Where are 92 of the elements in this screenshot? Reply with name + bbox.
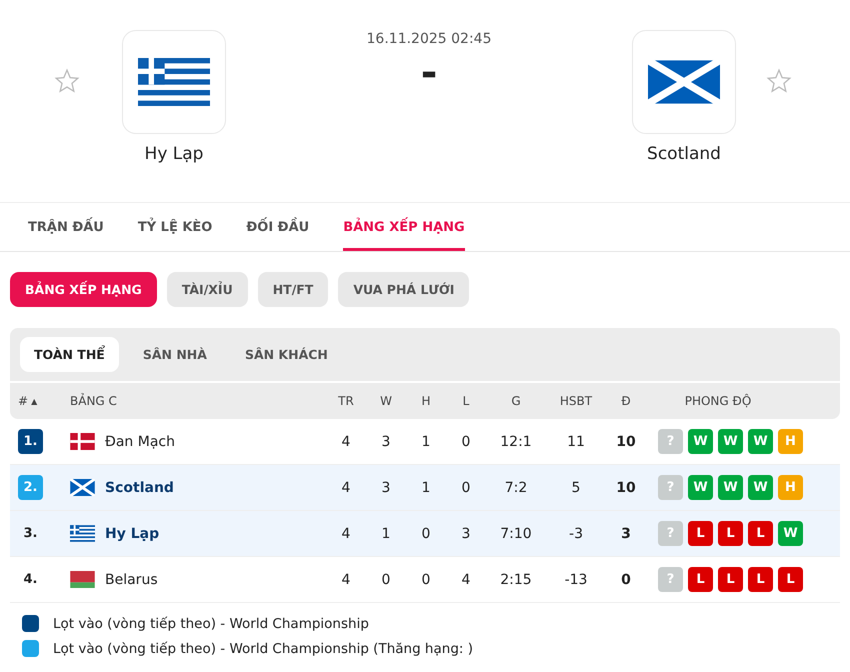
- table-cell-text: 2:15: [499, 572, 533, 588]
- rank-badge: 1.: [18, 429, 43, 454]
- form-badge: W: [748, 429, 773, 454]
- subtab[interactable]: TOÀN THỂ: [20, 337, 119, 372]
- table-cell-text: 7:2: [504, 480, 528, 496]
- table-cell-text: 1: [420, 434, 432, 450]
- table-cell-text: 11: [566, 434, 586, 450]
- table-cell-text: 4: [340, 434, 352, 450]
- table-cell-text: 4: [460, 572, 472, 588]
- form-badge: L: [718, 521, 743, 546]
- team-name: Scotland: [647, 144, 721, 164]
- column-header: HSBT: [558, 394, 594, 408]
- subtab[interactable]: SÂN KHÁCH: [230, 337, 342, 372]
- form-badge: W: [778, 521, 803, 546]
- sort-icon[interactable]: ▲: [31, 396, 38, 406]
- table-cell-text: 1: [420, 480, 432, 496]
- form-badge: L: [688, 521, 713, 546]
- team-name[interactable]: Scotland: [105, 480, 174, 496]
- table-cell-text: 3: [620, 526, 632, 542]
- form-badge: H: [778, 429, 803, 454]
- form-badge: ?: [658, 475, 683, 500]
- form-badge: W: [688, 475, 713, 500]
- table-cell-text: 0: [420, 572, 432, 588]
- table-cell-text: 3: [380, 434, 392, 450]
- column-header: W: [379, 394, 393, 408]
- form-badge: L: [778, 567, 803, 592]
- tab[interactable]: ĐỐI ĐẦU: [246, 203, 310, 251]
- table-cell-text: 0: [460, 480, 472, 496]
- table-cell-text: 3: [460, 526, 472, 542]
- form-badge: W: [748, 475, 773, 500]
- team-name[interactable]: Đan Mạch: [105, 434, 175, 450]
- greece-flag-icon: [138, 58, 210, 106]
- form-badge: ?: [658, 567, 683, 592]
- legend-label: Lọt vào (vòng tiếp theo) - World Championship: [53, 616, 369, 632]
- filter-button[interactable]: HT/FT: [258, 272, 328, 307]
- table-cell-text: 0: [620, 572, 632, 588]
- column-header: PHONG ĐỘ: [684, 394, 752, 408]
- table-cell-text: 3: [380, 480, 392, 496]
- rank-number: 3.: [22, 526, 38, 541]
- table-cell-text: -3: [568, 526, 584, 542]
- table-cell-text: -13: [564, 572, 588, 588]
- form-badge: L: [748, 567, 773, 592]
- filter-button[interactable]: VUA PHÁ LƯỚI: [338, 272, 470, 307]
- table-cell-text: 4: [340, 572, 352, 588]
- greece-flag-icon: [70, 525, 95, 542]
- rank-number: 4.: [22, 572, 38, 587]
- match-datetime: 16.11.2025 02:45: [366, 31, 492, 47]
- table-cell-text: 4: [340, 480, 352, 496]
- scotland-flag-icon: [648, 58, 720, 106]
- form-badge: L: [688, 567, 713, 592]
- team-name: Hy Lạp: [144, 144, 204, 164]
- filter-button[interactable]: TÀI/XỈU: [166, 272, 248, 307]
- form-badge: ?: [658, 429, 683, 454]
- team-name[interactable]: Hy Lạp: [105, 526, 160, 542]
- denmark-flag-icon: [70, 433, 95, 450]
- column-header: H: [420, 394, 432, 408]
- table-cell-text: 0: [420, 526, 432, 542]
- column-header: G: [510, 394, 522, 408]
- subtab[interactable]: SÂN NHÀ: [128, 337, 221, 372]
- column-header[interactable]: #: [18, 394, 28, 408]
- form-badge: W: [718, 429, 743, 454]
- column-header: TR: [337, 394, 355, 408]
- belarus-flag-icon: [70, 571, 95, 588]
- column-header: BẢNG C: [69, 394, 118, 408]
- tab[interactable]: TỶ LỆ KÈO: [138, 203, 212, 251]
- form-badge: L: [748, 521, 773, 546]
- form-badge: H: [778, 475, 803, 500]
- legend-label: Lọt vào (vòng tiếp theo) - World Championship (Thăng hạng: ): [53, 640, 473, 656]
- team-name[interactable]: Belarus: [105, 572, 158, 588]
- column-header: Đ: [620, 394, 632, 408]
- column-header: L: [462, 394, 470, 408]
- scotland-flag-icon: [70, 479, 95, 496]
- match-score: -: [420, 49, 438, 97]
- table-cell-text: 10: [615, 480, 637, 496]
- star-icon[interactable]: [54, 68, 80, 94]
- table-cell-text: 0: [460, 434, 472, 450]
- table-cell-text: 12:1: [499, 434, 533, 450]
- form-badge: W: [718, 475, 743, 500]
- form-badge: ?: [658, 521, 683, 546]
- table-cell-text: 4: [340, 526, 352, 542]
- tab[interactable]: TRẬN ĐẤU: [28, 203, 104, 251]
- table-cell-text: 0: [380, 572, 392, 588]
- table-cell-text: 10: [615, 434, 637, 450]
- rank-badge: 2.: [18, 475, 43, 500]
- form-badge: L: [718, 567, 743, 592]
- table-cell-text: 5: [570, 480, 582, 496]
- star-icon[interactable]: [766, 68, 792, 94]
- tab[interactable]: BẢNG XẾP HẠNG: [343, 203, 465, 251]
- form-badge: W: [688, 429, 713, 454]
- table-cell-text: 1: [380, 526, 392, 542]
- table-cell-text: 7:10: [499, 526, 533, 542]
- filter-button[interactable]: BẢNG XẾP HẠNG: [10, 272, 157, 307]
